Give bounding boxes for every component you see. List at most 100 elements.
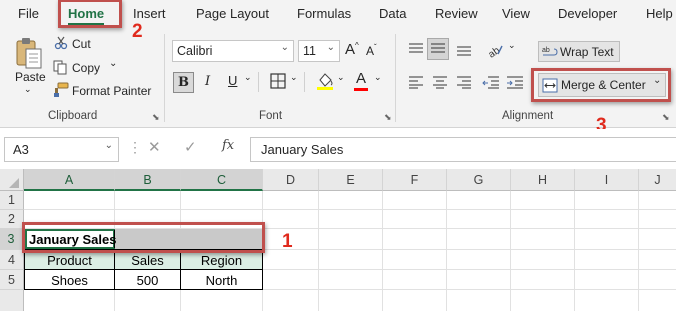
gridline: [510, 191, 511, 311]
callout-number-2: 2: [132, 21, 143, 42]
table-border-inner: [114, 249, 115, 290]
clipboard-group-label: Clipboard: [48, 110, 98, 122]
column-header-g[interactable]: G: [447, 169, 511, 191]
font-color-button[interactable]: A: [356, 70, 366, 87]
alignment-group-label: Alignment: [502, 110, 554, 122]
insert-function-icon[interactable]: fx: [222, 138, 234, 153]
callout-box-home-tab: [58, 0, 122, 28]
borders-icon[interactable]: [270, 73, 286, 89]
font-size-chevron-icon: ⌄: [326, 42, 335, 53]
underline-dropdown-icon[interactable]: ⌄: [244, 72, 252, 83]
tab-page-layout[interactable]: Page Layout: [196, 6, 269, 21]
callout-box-selected-range: [22, 222, 265, 253]
tab-view[interactable]: View: [502, 6, 530, 21]
column-header-b[interactable]: B: [115, 169, 181, 191]
top-align-icon[interactable]: [408, 42, 424, 56]
tab-data[interactable]: Data: [379, 6, 406, 21]
column-header-j[interactable]: J: [639, 169, 676, 191]
column-header-f[interactable]: F: [383, 169, 447, 191]
gridline: [24, 209, 676, 210]
name-box-dropdown-icon[interactable]: ⌄: [105, 140, 113, 151]
column-header-d[interactable]: D: [263, 169, 319, 191]
cut-button[interactable]: Cut: [72, 37, 91, 51]
row-header-6[interactable]: [0, 290, 24, 311]
decrease-indent-icon[interactable]: [482, 75, 500, 89]
callout-number-1: 1: [282, 231, 293, 252]
borders-dropdown-icon[interactable]: ⌄: [290, 72, 298, 83]
gridline: [382, 191, 383, 311]
bottom-align-icon[interactable]: [456, 42, 472, 58]
font-size-dropdown[interactable]: 11 ⌄: [298, 40, 340, 62]
increase-font-size-button[interactable]: A^: [345, 41, 359, 58]
row-header-4[interactable]: 4: [0, 250, 24, 270]
cut-icon[interactable]: [54, 36, 68, 50]
tab-formulas[interactable]: Formulas: [297, 6, 351, 21]
font-name-chevron-icon: ⌄: [280, 42, 289, 53]
group-divider: [164, 34, 165, 122]
column-header-i[interactable]: I: [575, 169, 639, 191]
paste-icon[interactable]: [14, 36, 44, 70]
confirm-entry-icon[interactable]: ✓: [184, 138, 197, 156]
formula-input[interactable]: January Sales: [250, 137, 676, 162]
align-right-icon[interactable]: [456, 75, 472, 89]
worksheet-grid[interactable]: A B C D E F G H I J 1 2 3 4 5 January Sa…: [0, 169, 676, 311]
alignment-dialog-launcher-icon[interactable]: ⬊: [662, 112, 670, 123]
orientation-dropdown-icon[interactable]: ⌄: [508, 40, 516, 51]
italic-button[interactable]: I: [205, 74, 210, 89]
font-group-divider: [258, 72, 259, 92]
copy-icon[interactable]: [53, 60, 68, 75]
row-header-5[interactable]: 5: [0, 270, 24, 290]
column-header-a[interactable]: A: [24, 169, 115, 191]
middle-align-icon: [431, 43, 445, 53]
tab-insert[interactable]: Insert: [133, 6, 166, 21]
fill-color-icon[interactable]: [316, 71, 334, 91]
select-all-triangle-icon: [9, 178, 19, 188]
format-painter-icon[interactable]: [53, 82, 69, 98]
row-header-1[interactable]: 1: [0, 191, 24, 210]
clipboard-dialog-launcher-icon[interactable]: ⬊: [152, 112, 160, 123]
tab-developer[interactable]: Developer: [558, 6, 617, 21]
tab-review[interactable]: Review: [435, 6, 478, 21]
align-left-icon[interactable]: [408, 75, 424, 89]
svg-text:ab: ab: [542, 47, 550, 54]
wrap-text-icon: ab: [542, 47, 558, 56]
cancel-entry-icon[interactable]: ✕: [148, 138, 161, 156]
gridline: [318, 191, 319, 311]
group-divider: [395, 34, 396, 122]
name-box[interactable]: A3 ⌄: [4, 137, 119, 162]
font-name-dropdown[interactable]: Calibri ⌄: [172, 40, 294, 62]
font-color-dropdown-icon[interactable]: ⌄: [374, 72, 382, 83]
row-header-3[interactable]: 3: [0, 229, 24, 250]
font-group-label: Font: [259, 110, 283, 122]
font-group-divider-2: [304, 72, 305, 92]
formula-bar: A3 ⌄ ⋮ ✕ ✓ fx January Sales: [0, 129, 676, 169]
tab-file[interactable]: File: [18, 6, 39, 21]
paste-dropdown-icon[interactable]: ⌄: [24, 84, 32, 95]
increase-indent-icon[interactable]: [506, 75, 524, 89]
font-dialog-launcher-icon[interactable]: ⬊: [384, 112, 392, 123]
column-header-c[interactable]: C: [181, 169, 263, 191]
gridline: [638, 191, 639, 311]
align-center-icon[interactable]: [432, 75, 448, 89]
column-header-h[interactable]: H: [511, 169, 575, 191]
format-painter-button[interactable]: Format Painter: [72, 84, 151, 98]
orientation-icon[interactable]: ab: [486, 40, 504, 58]
tab-help[interactable]: Help: [646, 6, 673, 21]
select-all-corner[interactable]: [0, 169, 24, 191]
copy-dropdown-icon[interactable]: ⌄: [109, 58, 117, 69]
underline-button[interactable]: U: [228, 73, 237, 88]
column-header-e[interactable]: E: [319, 169, 383, 191]
middle-align-button[interactable]: [427, 38, 449, 60]
table-border-inner: [24, 269, 263, 270]
copy-button[interactable]: Copy: [72, 61, 100, 75]
font-color-swatch: [354, 88, 368, 91]
paste-button[interactable]: Paste: [15, 70, 46, 84]
gridline: [574, 191, 575, 311]
wrap-text-button[interactable]: ab Wrap Text: [538, 41, 620, 62]
fill-color-dropdown-icon[interactable]: ⌄: [337, 72, 345, 83]
gridline: [446, 191, 447, 311]
decrease-font-size-button[interactable]: Aˇ: [366, 43, 377, 58]
bold-button[interactable]: B: [173, 72, 194, 93]
row-header-2[interactable]: 2: [0, 210, 24, 229]
callout-box-merge-center: [531, 68, 671, 102]
